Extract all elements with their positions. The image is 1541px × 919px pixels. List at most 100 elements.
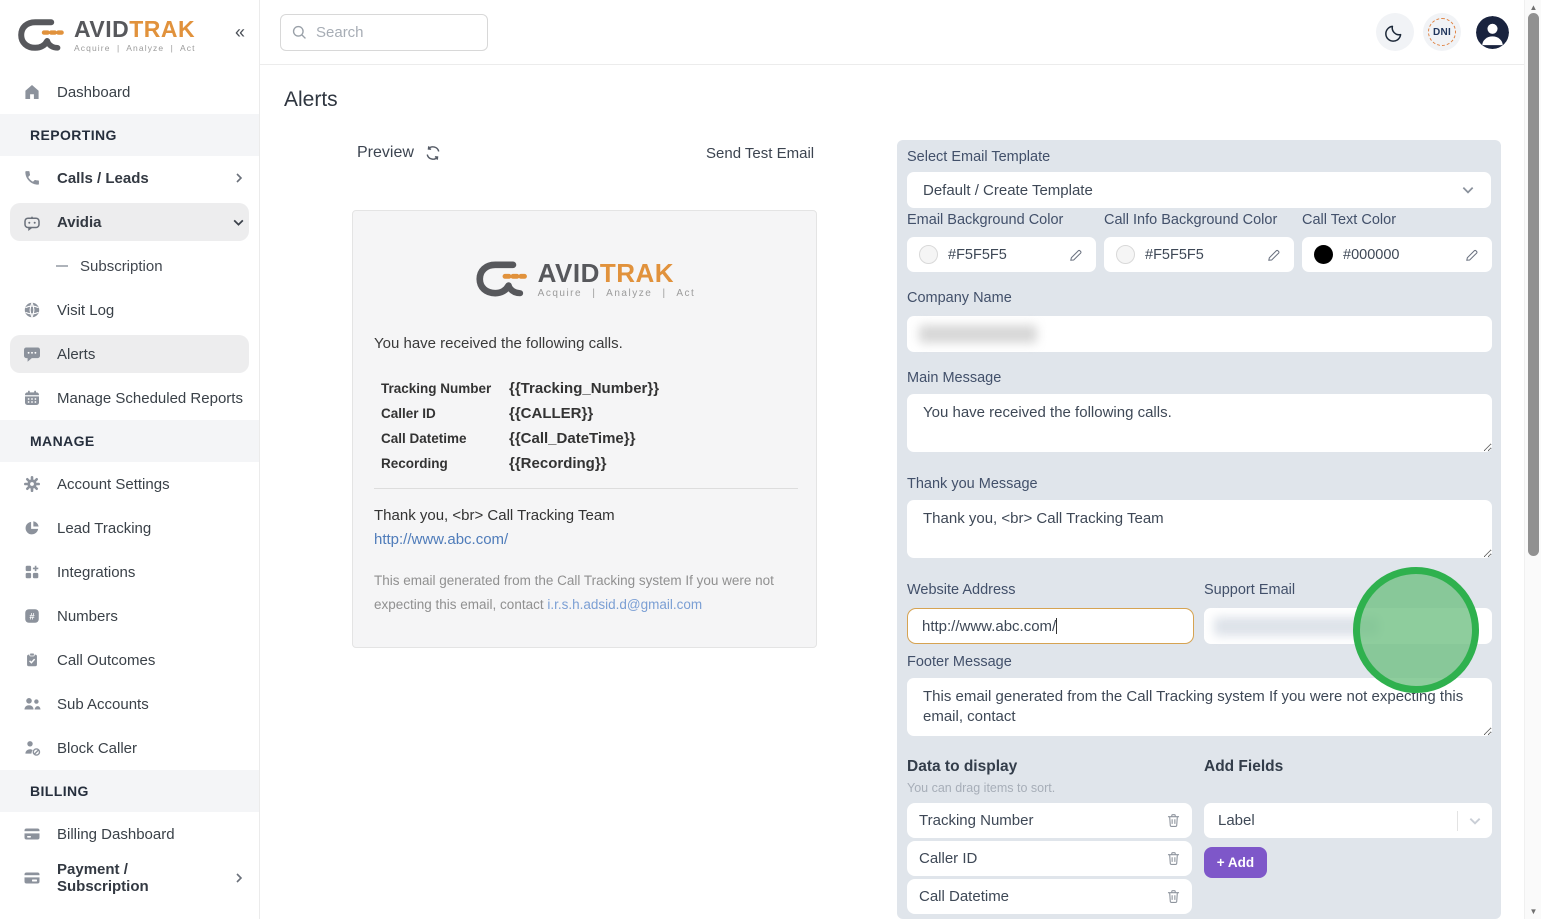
support-email-input[interactable] xyxy=(1204,608,1492,644)
sidebar-item-block-caller[interactable]: Block Caller xyxy=(0,726,259,770)
brand-logo: AVIDTRAK Acquire | Analyze | Act « xyxy=(0,0,259,70)
edit-pencil-icon[interactable] xyxy=(1068,247,1084,263)
section-label: BILLING xyxy=(30,783,89,799)
sidebar-item-payment-subscription[interactable]: Payment / Subscription xyxy=(0,856,259,900)
pie-icon xyxy=(22,518,42,538)
sidebar-item-manage-scheduled-reports[interactable]: Manage Scheduled Reports xyxy=(0,376,259,420)
sidebar-item-sub-accounts[interactable]: Sub Accounts xyxy=(0,682,259,726)
add-field-dropdown[interactable]: Label xyxy=(1204,803,1492,838)
trash-icon[interactable] xyxy=(1165,888,1182,905)
data-item-caller-id[interactable]: Caller ID xyxy=(907,841,1192,876)
page-scrollbar[interactable]: ▲ ▼ xyxy=(1524,0,1541,919)
sidebar-collapse-icon[interactable]: « xyxy=(235,22,245,43)
field-value: {{Call_DateTime}} xyxy=(509,430,635,447)
scrollbar-thumb[interactable] xyxy=(1528,13,1539,556)
sidebar-item-label: Manage Scheduled Reports xyxy=(57,390,243,407)
scroll-down-icon[interactable]: ▼ xyxy=(1525,907,1541,916)
sidebar-item-label: Lead Tracking xyxy=(57,520,151,537)
brand-name: AVIDTRAK Acquire | Analyze | Act xyxy=(74,18,196,53)
brand-tagline: Acquire | Analyze | Act xyxy=(538,289,696,299)
search-input[interactable] xyxy=(316,24,466,41)
data-item-call-datetime[interactable]: Call Datetime xyxy=(907,879,1192,914)
divider xyxy=(1457,811,1458,831)
data-item-label: Caller ID xyxy=(919,850,977,867)
data-item-label: Call Datetime xyxy=(919,888,1009,905)
field-label: Recording xyxy=(381,456,509,471)
sidebar-section-billing: BILLING xyxy=(0,770,259,812)
brand-tagline: Acquire | Analyze | Act xyxy=(74,44,196,53)
sidebar-item-label: Block Caller xyxy=(57,740,137,757)
sidebar-item-lead-tracking[interactable]: Lead Tracking xyxy=(0,506,259,550)
sidebar-item-label: Integrations xyxy=(57,564,135,581)
page-title: Alerts xyxy=(284,88,338,112)
sidebar-item-call-outcomes[interactable]: Call Outcomes xyxy=(0,638,259,682)
sidebar-item-subscription[interactable]: Subscription xyxy=(0,244,259,288)
sidebar-item-numbers[interactable]: # Numbers xyxy=(0,594,259,638)
sidebar: AVIDTRAK Acquire | Analyze | Act « Dashb… xyxy=(0,0,260,919)
globe-icon xyxy=(22,300,42,320)
color-swatch[interactable] xyxy=(1314,245,1333,264)
send-test-email-link[interactable]: Send Test Email xyxy=(706,145,814,162)
edit-pencil-icon[interactable] xyxy=(1464,247,1480,263)
dash-icon xyxy=(56,264,68,268)
table-row: Recording{{Recording}} xyxy=(381,451,659,476)
search-box[interactable] xyxy=(280,14,488,51)
search-icon xyxy=(291,24,308,41)
data-item-tracking-number[interactable]: Tracking Number xyxy=(907,803,1192,838)
color-value: #000000 xyxy=(1343,247,1399,263)
website-address-input[interactable]: http://www.abc.com/ xyxy=(907,608,1194,644)
home-icon xyxy=(22,82,42,102)
sidebar-item-calls-leads[interactable]: Calls / Leads xyxy=(0,156,259,200)
main-content: Alerts Preview Send Test Email AVIDTRAK … xyxy=(260,65,1524,919)
template-select-value: Default / Create Template xyxy=(923,182,1093,199)
email-website-link[interactable]: http://www.abc.com/ xyxy=(374,531,508,548)
credit-card-icon xyxy=(22,824,42,844)
call-text-color-field[interactable]: #000000 xyxy=(1302,237,1492,272)
color-swatch[interactable] xyxy=(919,245,938,264)
email-bg-color-label: Email Background Color xyxy=(907,212,1063,228)
template-select-label: Select Email Template xyxy=(907,149,1050,165)
sidebar-item-visit-log[interactable]: Visit Log xyxy=(0,288,259,332)
email-intro-text: You have received the following calls. xyxy=(374,335,623,352)
phone-icon xyxy=(22,168,42,188)
dni-button[interactable]: DNI xyxy=(1423,13,1461,51)
call-text-color-label: Call Text Color xyxy=(1302,212,1396,228)
field-label: Tracking Number xyxy=(381,381,509,396)
add-field-button[interactable]: + Add xyxy=(1204,847,1267,878)
sidebar-item-label: Subscription xyxy=(80,258,163,275)
user-avatar[interactable] xyxy=(1476,16,1509,49)
footer-message-textarea[interactable]: This email generated from the Call Track… xyxy=(907,678,1492,736)
svg-text:#: # xyxy=(29,612,35,623)
sidebar-item-alerts[interactable]: Alerts xyxy=(0,332,259,376)
email-footer-text: This email generated from the Call Track… xyxy=(374,569,786,617)
sidebar-item-avidia[interactable]: Avidia xyxy=(0,200,259,244)
scroll-up-icon[interactable]: ▲ xyxy=(1525,3,1541,12)
template-select[interactable]: Default / Create Template xyxy=(907,172,1491,208)
trash-icon[interactable] xyxy=(1165,850,1182,867)
refresh-icon[interactable] xyxy=(424,144,442,162)
website-address-label: Website Address xyxy=(907,582,1016,598)
brand-word-secondary: TRAK xyxy=(600,258,674,288)
dark-mode-toggle[interactable] xyxy=(1376,13,1414,51)
sidebar-item-account-settings[interactable]: Account Settings xyxy=(0,462,259,506)
field-value: {{Recording}} xyxy=(509,455,607,472)
footer-email-link[interactable]: i.r.s.h.adsid.d@gmail.com xyxy=(547,597,702,612)
sidebar-item-billing-dashboard[interactable]: Billing Dashboard xyxy=(0,812,259,856)
sidebar-item-dashboard[interactable]: Dashboard xyxy=(0,70,259,114)
main-message-textarea[interactable]: You have received the following calls. xyxy=(907,394,1492,452)
main-message-label: Main Message xyxy=(907,370,1001,386)
sidebar-item-label: Visit Log xyxy=(57,302,114,319)
color-swatch[interactable] xyxy=(1116,245,1135,264)
email-thankyou-text: Thank you, <br> Call Tracking Team xyxy=(374,507,615,524)
sidebar-item-integrations[interactable]: Integrations xyxy=(0,550,259,594)
email-template-panel: Select Email Template Default / Create T… xyxy=(897,140,1501,919)
call-info-bg-color-field[interactable]: #F5F5F5 xyxy=(1104,237,1294,272)
email-bg-color-field[interactable]: #F5F5F5 xyxy=(907,237,1096,272)
edit-pencil-icon[interactable] xyxy=(1266,247,1282,263)
data-to-display-hint: You can drag items to sort. xyxy=(907,781,1055,795)
trash-icon[interactable] xyxy=(1165,812,1182,829)
thank-you-message-textarea[interactable]: Thank you, <br> Call Tracking Team xyxy=(907,500,1492,558)
field-value: {{Tracking_Number}} xyxy=(509,380,659,397)
company-name-input[interactable] xyxy=(907,316,1492,352)
field-label: Caller ID xyxy=(381,406,509,421)
